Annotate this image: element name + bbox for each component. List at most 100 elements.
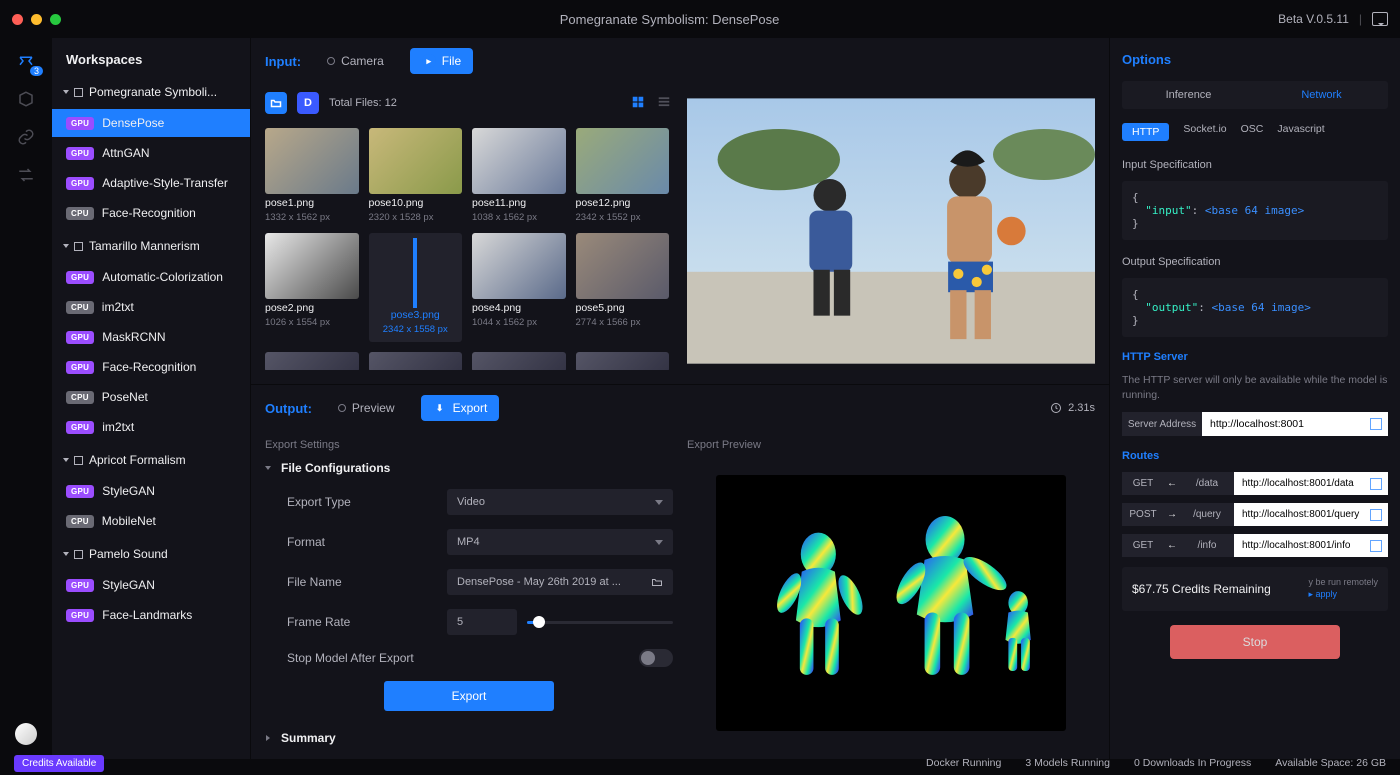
thumb-filename: pose11.png	[472, 197, 566, 209]
model-item[interactable]: GPUFace-Recognition	[52, 353, 250, 381]
format-select[interactable]: MP4	[447, 529, 673, 555]
zoom-traffic-light[interactable]	[50, 14, 61, 25]
file-thumb[interactable]	[472, 352, 566, 370]
thumb-dimensions: 2342 x 1552 px	[576, 212, 670, 223]
export-preview-image	[716, 475, 1067, 731]
user-avatar[interactable]	[15, 723, 37, 745]
route-url[interactable]: http://localhost:8001/data	[1234, 472, 1388, 495]
model-name: AttnGAN	[102, 146, 149, 160]
copy-icon[interactable]	[1370, 418, 1382, 430]
file-thumb[interactable]: pose10.png2320 x 1528 px	[369, 128, 463, 223]
workspace-header[interactable]: Tamarillo Mannerism	[52, 231, 250, 261]
proto-socket[interactable]: Socket.io	[1183, 123, 1226, 141]
copy-icon[interactable]	[1370, 478, 1382, 490]
model-item[interactable]: GPUAttnGAN	[52, 139, 250, 167]
file-thumb[interactable]	[576, 352, 670, 370]
proto-js[interactable]: Javascript	[1277, 123, 1324, 141]
rail-models-icon[interactable]	[17, 90, 35, 108]
workspace-icon	[74, 550, 83, 559]
minimize-traffic-light[interactable]	[31, 14, 42, 25]
filename-row: File Name DensePose - May 26th 2019 at .…	[265, 569, 673, 595]
model-item[interactable]: GPUFace-Landmarks	[52, 601, 250, 629]
model-name: Adaptive-Style-Transfer	[102, 176, 228, 190]
model-item[interactable]: GPUim2txt	[52, 413, 250, 441]
proto-http[interactable]: HTTP	[1122, 123, 1169, 141]
close-traffic-light[interactable]	[12, 14, 23, 25]
file-thumb[interactable]: pose11.png1038 x 1562 px	[472, 128, 566, 223]
model-item[interactable]: GPU Adaptive-Style-Transfer	[52, 169, 250, 197]
copy-icon[interactable]	[1370, 540, 1382, 552]
model-item[interactable]: GPUDensePose	[52, 109, 250, 137]
summary-section[interactable]: Summary	[265, 731, 673, 745]
chevron-right-icon	[266, 735, 270, 741]
thumb-filename: pose12.png	[576, 197, 670, 209]
framerate-input[interactable]: 5	[447, 609, 517, 635]
model-item[interactable]: GPUStyleGAN	[52, 571, 250, 599]
output-label: Output:	[265, 401, 312, 416]
output-spec-label: Output Specification	[1122, 256, 1388, 268]
file-thumb[interactable]: pose12.png 2342 x 1552 px	[576, 128, 670, 223]
rail-workspaces-icon[interactable]	[17, 52, 35, 70]
model-name: im2txt	[102, 300, 134, 314]
file-thumb[interactable]	[369, 352, 463, 370]
apply-link[interactable]: ▸ apply	[1308, 589, 1337, 599]
route-arrow-icon: ←	[1164, 534, 1180, 557]
model-name: Automatic-Colorization	[102, 270, 223, 284]
stop-button[interactable]: Stop	[1170, 625, 1340, 659]
input-spec-label: Input Specification	[1122, 159, 1388, 171]
model-item[interactable]: GPUStyleGAN	[52, 477, 250, 505]
rail-flow-icon[interactable]	[17, 166, 35, 184]
compute-chip: GPU	[66, 177, 94, 190]
export-type-select[interactable]: Video	[447, 489, 673, 515]
model-name: StyleGAN	[102, 484, 155, 498]
compute-chip: GPU	[66, 361, 94, 374]
framerate-slider[interactable]	[527, 621, 673, 624]
file-thumb[interactable]: pose4.png1044 x 1562 px	[472, 233, 566, 342]
model-item[interactable]: CPUPoseNet	[52, 383, 250, 411]
output-export-tab[interactable]: ⬇ Export	[421, 395, 500, 421]
copy-icon[interactable]	[1370, 509, 1382, 521]
sort-button[interactable]: D	[297, 92, 319, 114]
workspace-header[interactable]: Apricot Formalism	[52, 445, 250, 475]
export-button[interactable]: Export	[384, 681, 554, 711]
radio-dot-icon	[338, 404, 346, 412]
model-item[interactable]: GPUAutomatic-Colorization	[52, 263, 250, 291]
input-camera-tab[interactable]: Camera	[315, 48, 396, 74]
file-thumb[interactable]	[265, 352, 359, 370]
server-address-label: Server Address	[1122, 412, 1202, 436]
workspace-header[interactable]: Pamelo Sound	[52, 539, 250, 569]
model-item[interactable]: GPUMaskRCNN	[52, 323, 250, 351]
file-thumb[interactable]: pose5.png2774 x 1566 px	[576, 233, 670, 342]
output-header: Output: Preview ⬇ Export 2.31s	[251, 384, 1109, 431]
model-item[interactable]: CPUim2txt	[52, 293, 250, 321]
list-view-icon[interactable]	[657, 95, 673, 111]
route-url[interactable]: http://localhost:8001/query	[1234, 503, 1388, 526]
feedback-icon[interactable]	[1372, 12, 1388, 26]
file-thumb[interactable]: pose2.png1026 x 1554 px	[265, 233, 359, 342]
model-item[interactable]: CPUFace-Recognition	[52, 199, 250, 227]
proto-osc[interactable]: OSC	[1241, 123, 1264, 141]
workspace-header[interactable]: Pomegranate Symboli...	[52, 77, 250, 107]
output-preview-tab[interactable]: Preview	[326, 395, 407, 421]
add-folder-button[interactable]	[265, 92, 287, 114]
server-address-value[interactable]: http://localhost:8001	[1202, 412, 1388, 436]
filename-input[interactable]: DensePose - May 26th 2019 at ...	[447, 569, 673, 595]
tab-inference[interactable]: Inference	[1122, 81, 1255, 109]
stop-after-toggle[interactable]	[639, 649, 673, 667]
input-label: Input:	[265, 54, 301, 69]
route-url[interactable]: http://localhost:8001/info	[1234, 534, 1388, 557]
chevron-down-icon	[63, 90, 69, 94]
export-icon: ⬇	[433, 401, 447, 415]
file-thumb[interactable]: pose1.png1332 x 1562 px	[265, 128, 359, 223]
model-name: DensePose	[102, 116, 164, 130]
model-item[interactable]: CPUMobileNet	[52, 507, 250, 535]
route-path: /query	[1180, 503, 1234, 526]
tab-network[interactable]: Network	[1255, 81, 1388, 109]
input-file-tab[interactable]: ▸ File	[410, 48, 473, 74]
window-controls[interactable]	[12, 14, 61, 25]
file-thumb[interactable]: pose3.png2342 x 1558 px	[369, 233, 463, 342]
file-config-section[interactable]: File Configurations	[265, 461, 673, 475]
rail-link-icon[interactable]	[17, 128, 35, 146]
credits-chip[interactable]: Credits Available	[14, 755, 104, 772]
grid-view-icon[interactable]	[631, 95, 647, 111]
